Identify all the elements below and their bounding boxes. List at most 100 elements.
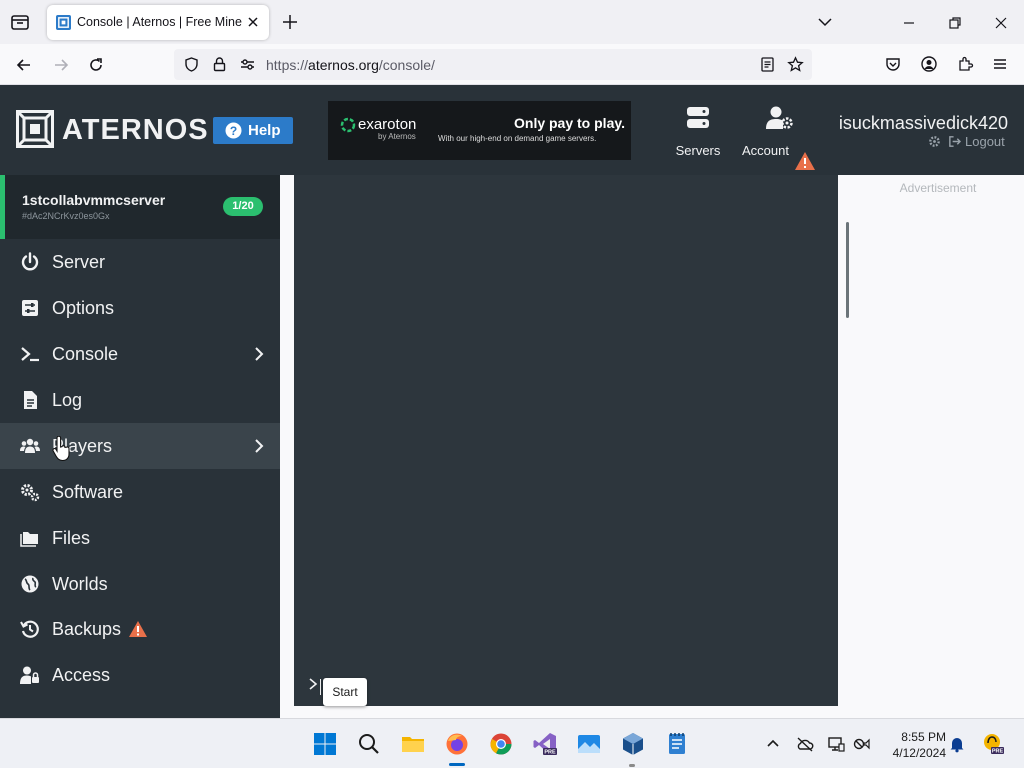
user-lock-icon <box>20 666 39 684</box>
logout-icon[interactable] <box>948 135 961 148</box>
lock-icon[interactable] <box>211 56 228 73</box>
active-app-indicator <box>449 763 465 766</box>
browser-tab-active[interactable]: Console | Aternos | Free Minecraft Serve… <box>47 5 269 40</box>
firefox-icon[interactable] <box>445 732 469 756</box>
ad-brand: exaroton <box>358 116 417 133</box>
terminal-icon <box>21 347 39 362</box>
bell-icon[interactable] <box>948 735 966 753</box>
help-label: Help <box>248 122 281 139</box>
help-button[interactable]: ? Help <box>213 117 293 144</box>
folder-icon <box>20 532 38 547</box>
file-text-icon <box>24 391 37 409</box>
hand-cursor-icon <box>52 436 70 462</box>
url-bar[interactable]: https://aternos.org/console/ <box>174 49 812 80</box>
ad-headline: Only pay to play. <box>514 115 625 131</box>
pocket-icon[interactable] <box>884 55 902 73</box>
back-icon[interactable] <box>15 56 33 74</box>
ad-by: by Aternos <box>378 132 416 141</box>
username[interactable]: isuckmassivedick420 <box>838 113 1008 134</box>
ad-banner[interactable]: exaroton by Aternos Only pay to play. Wi… <box>328 101 631 160</box>
sidebar-item-console[interactable]: Console <box>0 331 280 377</box>
logo-text[interactable]: ATERNOS <box>62 114 209 147</box>
advertisement-label: Advertisement <box>899 181 977 195</box>
forward-icon[interactable] <box>52 56 70 74</box>
chrome-icon[interactable] <box>489 732 513 756</box>
url-scheme: https:// <box>266 57 309 73</box>
console-input-caret[interactable] <box>320 679 321 695</box>
network-volume-icon[interactable] <box>853 735 871 753</box>
reader-view-icon[interactable] <box>759 56 776 73</box>
sidebar-item-label: Server <box>52 252 106 272</box>
globe-icon <box>21 575 39 593</box>
chevron-right-icon <box>255 439 264 453</box>
sidebar-item-worlds[interactable]: Worlds <box>0 561 280 607</box>
sidebar-item-options[interactable]: Options <box>0 285 280 331</box>
warning-icon <box>795 152 815 170</box>
servers-link[interactable]: Servers <box>673 105 723 158</box>
users-icon <box>20 438 40 453</box>
bookmark-star-icon[interactable] <box>787 56 804 73</box>
close-tab-icon[interactable] <box>245 14 261 30</box>
server-name: 1stcollabvmmcserver <box>22 192 166 208</box>
onedrive-offline-icon[interactable] <box>796 735 814 753</box>
exaroton-logo-icon <box>340 117 356 133</box>
minimize-icon[interactable] <box>900 14 918 32</box>
system-clock[interactable]: 8:55 PM 4/12/2024 <box>880 729 946 761</box>
server-id: #dAc2NCrKvz0es0Gx <box>22 211 110 221</box>
notepad-icon[interactable] <box>665 732 689 756</box>
file-explorer-icon[interactable] <box>401 732 425 756</box>
close-window-icon[interactable] <box>992 14 1010 32</box>
reload-icon[interactable] <box>87 56 105 74</box>
extensions-icon[interactable] <box>956 55 974 73</box>
running-app-indicator <box>629 764 635 767</box>
menu-icon[interactable] <box>991 55 1009 73</box>
user-gear-icon <box>766 106 793 129</box>
power-icon <box>21 252 39 271</box>
server-stack-icon <box>687 107 709 128</box>
permissions-icon[interactable] <box>239 56 256 73</box>
windows-start-icon[interactable] <box>313 732 337 756</box>
question-circle-icon: ? <box>225 122 242 139</box>
copilot-preview-icon[interactable]: PRE <box>982 733 1004 755</box>
virtualbox-icon[interactable] <box>621 732 645 756</box>
svg-text:?: ? <box>230 124 237 138</box>
start-tooltip: Start <box>323 678 367 706</box>
aternos-logo-icon[interactable] <box>16 110 54 148</box>
sidebar-item-label: Log <box>52 390 83 410</box>
sidebar-item-label: Software <box>52 482 124 502</box>
windows-taskbar: PRE 8:55 PM 4/12/2024 PRE <box>0 718 1024 768</box>
visual-studio-preview-icon[interactable]: PRE <box>533 732 557 756</box>
browser-tab-bar: Console | Aternos | Free Minecraft Serve… <box>0 0 1024 44</box>
shield-icon[interactable] <box>183 56 200 73</box>
sidebar-item-access[interactable]: Access <box>0 652 280 698</box>
chevron-down-icon[interactable] <box>817 14 833 30</box>
sidebar-item-server[interactable]: Server <box>0 239 280 285</box>
gear-icon[interactable] <box>928 135 941 148</box>
site-header: ATERNOS ? Help exaroton by Aternos Only … <box>0 85 1024 175</box>
sidebar-item-backups[interactable]: Backups <box>0 606 280 652</box>
server-card[interactable]: 1stcollabvmmcserver #dAc2NCrKvz0es0Gx 1/… <box>0 175 280 239</box>
browser-nav-bar: https://aternos.org/console/ <box>0 44 1024 85</box>
display-icon[interactable] <box>827 735 845 753</box>
tab-list-icon[interactable] <box>8 10 32 34</box>
sidebar-item-software[interactable]: Software <box>0 469 280 515</box>
photos-icon[interactable] <box>577 732 601 756</box>
sidebar-item-log[interactable]: Log <box>0 377 280 423</box>
scrollbar-thumb[interactable] <box>846 222 849 318</box>
sidebar-item-players[interactable]: Players <box>0 423 280 469</box>
account-icon[interactable] <box>920 55 938 73</box>
search-icon[interactable] <box>357 732 381 756</box>
new-tab-icon[interactable] <box>280 12 300 32</box>
player-count-badge: 1/20 <box>223 197 263 216</box>
aternos-favicon-icon <box>56 15 71 30</box>
url-text[interactable]: https://aternos.org/console/ <box>266 57 435 73</box>
logout-link[interactable]: Logout <box>965 134 1005 149</box>
account-link[interactable]: Account <box>738 105 820 170</box>
url-path: /console/ <box>378 57 435 73</box>
sidebar-item-label: Console <box>52 344 119 364</box>
sidebar-item-files[interactable]: Files <box>0 515 280 561</box>
console-output[interactable] <box>294 175 838 706</box>
restore-icon[interactable] <box>946 14 964 32</box>
ad-subline: With our high-end on demand game servers… <box>438 134 597 143</box>
chevron-up-icon[interactable] <box>764 735 782 753</box>
